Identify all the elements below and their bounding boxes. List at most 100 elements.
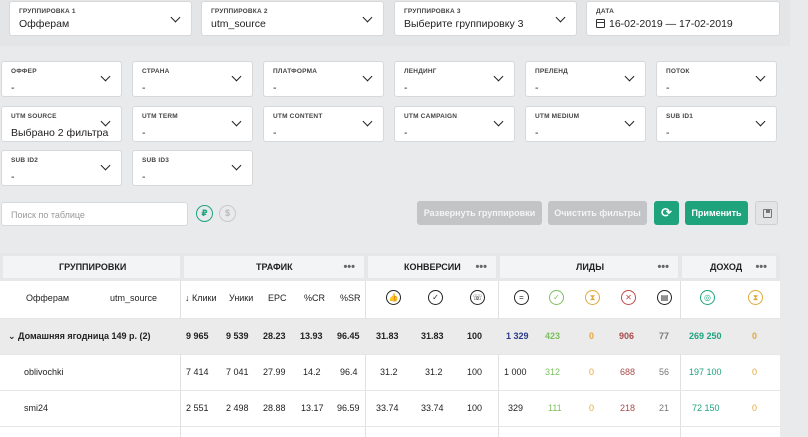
filter-utm-campaign[interactable]: UTM CAMPAIGN - [394, 106, 515, 142]
stats-table: ГРУППИРОВКИ ТРАФИК ••• КОНВЕРСИИ ••• ЛИД… [0, 253, 780, 437]
filter-stream[interactable]: ПОТОК - [656, 61, 777, 97]
grouping-3-select[interactable]: ГРУППИРОВКА 3 Выберите группировку 3 [394, 1, 577, 36]
row-name[interactable]: ⌄ Домашняя ягодница 149 р. (2) [8, 331, 151, 342]
coins-icon[interactable]: ◎ [700, 290, 715, 305]
save-button[interactable] [755, 201, 778, 225]
cell-leads-hold: 0 [589, 367, 595, 377]
cell-income: 197 100 [689, 367, 722, 377]
check-icon[interactable]: ✓ [549, 290, 564, 305]
phone-icon[interactable]: ☏ [470, 290, 485, 305]
more-icon[interactable]: ••• [755, 256, 767, 278]
grouping-2-select[interactable]: ГРУППИРОВКА 2 utm_source [201, 1, 384, 36]
chevron-down-icon [624, 71, 635, 82]
table-row[interactable]: smi24 2 551 2 498 28.88 13.17 96.59 33.7… [0, 391, 780, 427]
cell-epc: 28.88 [263, 403, 286, 413]
filter-offer[interactable]: ОФФЕР - [1, 61, 122, 97]
cell-uniques: 7 041 [226, 367, 249, 377]
cell-conv2: 31.83 [421, 331, 444, 341]
cell-income-hold: 0 [752, 403, 758, 413]
filter-country[interactable]: СТРАНА - [132, 61, 253, 97]
filter-value: - [404, 82, 408, 94]
cell-cr: 13.17 [301, 403, 324, 413]
table-row[interactable]: oblivochki 7 414 7 041 27.99 14.2 96.4 3… [0, 355, 780, 391]
trash-icon[interactable]: ▤ [657, 290, 672, 305]
expand-groupings-button[interactable]: Развернуть группировки [417, 201, 542, 225]
filter-landing[interactable]: ЛЕНДИНГ - [394, 61, 515, 97]
cell-leads-rejected: 688 [620, 367, 636, 377]
col-header-sr[interactable]: %SR [340, 293, 361, 303]
chevron-down-icon [231, 116, 242, 127]
currency-rub-toggle[interactable]: ₽ [196, 205, 213, 222]
currency-usd-toggle[interactable]: $ [219, 205, 236, 222]
chevron-down-icon [362, 12, 373, 23]
grouping-1-select[interactable]: ГРУППИРОВКА 1 Офферам [9, 1, 192, 36]
filter-label: ПОТОК [666, 68, 690, 75]
more-icon[interactable]: ••• [343, 256, 355, 278]
date-label: ДАТА [596, 8, 615, 15]
refresh-button[interactable]: ⟳ [654, 201, 679, 225]
chevron-down-icon [493, 71, 504, 82]
hourglass-icon[interactable]: ⧗ [748, 290, 763, 305]
table-row-total[interactable]: ⌄ Домашняя ягодница 149 р. (2) 9 965 9 5… [0, 319, 780, 355]
filter-label: ПЛАТФОРМА [273, 68, 318, 75]
row-name[interactable]: smi24 [24, 403, 48, 413]
chevron-down-icon [555, 12, 566, 23]
date-range-picker[interactable]: ДАТА 16-02-2019 — 17-02-2019 [586, 1, 780, 36]
grouping-1-label: ГРУППИРОВКА 1 [19, 8, 76, 15]
filter-sub-id3[interactable]: SUB ID3 - [132, 150, 253, 186]
grouping-2-value: utm_source [211, 18, 266, 30]
col-header-cr[interactable]: %CR [304, 293, 325, 303]
col-header-offer[interactable]: Офферам [26, 293, 69, 303]
chevron-down-icon [170, 12, 181, 23]
cell-income-hold: 0 [752, 331, 758, 341]
filter-value: - [142, 82, 146, 94]
cell-conv3: 100 [467, 403, 483, 413]
cell-leads-hold: 0 [589, 331, 595, 341]
thumbs-up-icon[interactable]: 👍 [386, 290, 401, 305]
group-header-conversions: КОНВЕРСИИ ••• [368, 256, 496, 278]
col-header-uniques[interactable]: Уники [229, 293, 253, 303]
equals-icon[interactable]: = [514, 290, 529, 305]
filter-sub-id1[interactable]: SUB ID1 - [656, 106, 777, 142]
refresh-icon: ⟳ [661, 205, 672, 220]
more-icon[interactable]: ••• [475, 256, 487, 278]
cross-icon[interactable]: ✕ [621, 290, 636, 305]
filter-utm-source[interactable]: UTM SOURCE Выбрано 2 фильтра [1, 106, 122, 142]
cell-leads-approved: 111 [548, 403, 562, 413]
cell-conv3: 100 [467, 331, 483, 341]
filter-sub-id2[interactable]: SUB ID2 - [1, 150, 122, 186]
cell-conv2: 31.2 [425, 367, 443, 377]
grouping-3-label: ГРУППИРОВКА 3 [404, 8, 461, 15]
chevron-down-icon [362, 116, 373, 127]
filter-utm-content[interactable]: UTM CONTENT - [263, 106, 384, 142]
filter-platform[interactable]: ПЛАТФОРМА - [263, 61, 384, 97]
row-name[interactable]: oblivochki [24, 367, 64, 377]
more-icon[interactable]: ••• [657, 256, 669, 278]
col-header-clicks[interactable]: ↓ Клики [185, 293, 217, 303]
hourglass-icon[interactable]: ⧗ [585, 290, 600, 305]
chevron-down-icon [755, 71, 766, 82]
filter-value: - [535, 82, 539, 94]
col-header-epc[interactable]: EPC [268, 293, 287, 303]
chevron-down-icon [624, 116, 635, 127]
cell-conv2: 33.74 [421, 403, 444, 413]
check-circle-icon[interactable]: ✓ [428, 290, 443, 305]
cell-leads-approved: 312 [545, 367, 561, 377]
apply-button[interactable]: Применить [685, 201, 748, 225]
filter-value: - [666, 127, 670, 139]
col-header-utm-source[interactable]: utm_source [110, 293, 157, 303]
table-column-header: Офферам utm_source ↓ Клики Уники EPC %CR… [0, 281, 780, 319]
cell-sr: 96.45 [337, 331, 360, 341]
clear-filters-button[interactable]: Очистить фильтры [548, 201, 647, 225]
cell-clicks: 9 965 [186, 331, 209, 341]
cell-conv1: 31.2 [380, 367, 398, 377]
cell-leads-trash: 21 [659, 403, 670, 413]
filter-utm-term[interactable]: UTM TERM - [132, 106, 253, 142]
filter-utm-medium[interactable]: UTM MEDIUM - [525, 106, 646, 142]
cell-leads-rejected: 218 [620, 403, 636, 413]
grouping-3-value: Выберите группировку 3 [404, 18, 524, 30]
table-search-input[interactable]: Поиск по таблице [1, 202, 188, 226]
filter-prelanding[interactable]: ПРЕЛЕНД - [525, 61, 646, 97]
chevron-down-icon [493, 116, 504, 127]
cell-conv3: 100 [467, 367, 483, 377]
